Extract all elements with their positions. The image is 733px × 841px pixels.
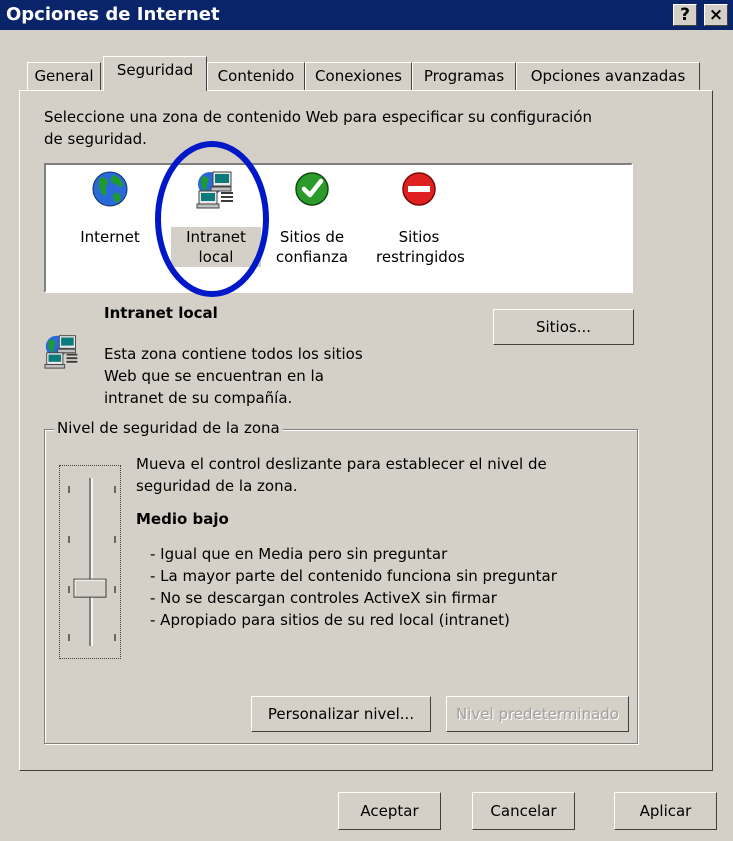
level-bullet: - Apropiado para sitios de su red local …	[150, 611, 510, 629]
tab-general[interactable]: General	[27, 62, 101, 90]
zone-label: Internet	[65, 227, 155, 247]
annotation-circle	[155, 141, 269, 297]
title-bar: Opciones de Internet ? ×	[0, 0, 733, 30]
zone-list: Internet Intranet local Sitios de confianz…	[44, 163, 633, 293]
help-button[interactable]: ?	[673, 4, 697, 26]
zone-item-sitios-de-confianza[interactable]: Sitios de confianza	[267, 169, 357, 267]
tab-programas[interactable]: Programas	[412, 62, 516, 90]
zone-label-line1: Internet	[80, 228, 140, 246]
sites-button[interactable]: Sitios...	[493, 309, 634, 345]
tab-contenido[interactable]: Contenido	[207, 62, 305, 90]
level-bullet: - Igual que en Media pero sin preguntar	[150, 545, 448, 563]
close-button[interactable]: ×	[704, 4, 728, 26]
ok-button[interactable]: Aceptar	[338, 792, 441, 830]
intranet-zone-icon	[44, 335, 78, 369]
default-level-button: Nivel predeterminado	[446, 696, 629, 732]
zone-name: Intranet local	[104, 304, 218, 322]
zone-instruction-line1: Seleccione una zona de contenido Web par…	[44, 108, 592, 126]
cancel-button[interactable]: Cancelar	[472, 792, 575, 830]
zone-label-line2: restringidos	[376, 248, 465, 266]
security-level-slider[interactable]	[60, 466, 120, 658]
globe-icon	[92, 171, 128, 207]
apply-button[interactable]: Aplicar	[614, 792, 717, 830]
tab-seguridad[interactable]: Seguridad	[103, 56, 207, 91]
no-entry-icon	[402, 172, 436, 206]
zone-description-line3: intranet de su compañía.	[104, 389, 293, 407]
zone-item-internet[interactable]: Internet	[65, 169, 155, 247]
internet-options-dialog: Opciones de Internet ? × General Segurid…	[0, 0, 733, 841]
zone-instruction-line2: de seguridad.	[44, 130, 147, 148]
level-bullet: - No se descargan controles ActiveX sin …	[150, 589, 497, 607]
window-title: Opciones de Internet	[6, 4, 220, 25]
zone-label-line1: Sitios	[398, 228, 440, 246]
tab-conexiones[interactable]: Conexiones	[305, 62, 412, 90]
tab-opciones-avanzadas[interactable]: Opciones avanzadas	[516, 62, 700, 90]
zone-label-line2: confianza	[275, 248, 349, 266]
slider-track	[89, 478, 93, 646]
zone-description-line2: Web que se encuentran en la	[104, 367, 324, 385]
level-bullet: - La mayor parte del contenido funciona …	[150, 567, 557, 585]
checkmark-icon	[295, 172, 329, 206]
level-description-line1: Mueva el control deslizante para estable…	[136, 455, 547, 473]
level-description-line2: seguridad de la zona.	[136, 477, 298, 495]
zone-label: Sitios restringidos	[374, 227, 465, 267]
security-level-group-title: Nivel de seguridad de la zona	[54, 419, 283, 437]
security-level-name: Medio bajo	[136, 510, 229, 528]
zone-description-line1: Esta zona contiene todos los sitios	[104, 345, 363, 363]
zone-item-sitios-restringidos[interactable]: Sitios restringidos	[374, 169, 465, 267]
zone-label: Sitios de confianza	[267, 227, 357, 267]
slider-thumb[interactable]	[73, 578, 107, 598]
custom-level-button[interactable]: Personalizar nivel...	[251, 696, 431, 732]
zone-label-line1: Sitios de	[279, 228, 345, 246]
